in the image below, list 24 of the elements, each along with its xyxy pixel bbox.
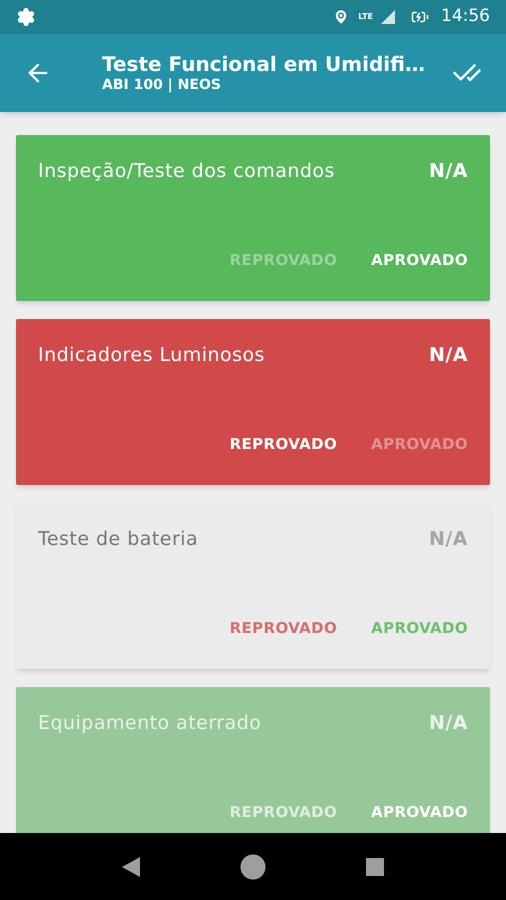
network-label: LTE bbox=[358, 11, 373, 23]
approve-button[interactable]: APROVADO bbox=[371, 616, 468, 639]
back-icon[interactable] bbox=[122, 856, 140, 876]
not-applicable-button[interactable]: N/A bbox=[429, 525, 468, 554]
not-applicable-button[interactable]: N/A bbox=[429, 341, 468, 370]
approve-button[interactable]: APROVADO bbox=[371, 248, 468, 271]
approve-button[interactable]: APROVADO bbox=[371, 800, 468, 823]
reject-button[interactable]: REPROVADO bbox=[230, 248, 338, 271]
item-title: Indicadores Luminosos bbox=[38, 343, 265, 368]
reject-button[interactable]: REPROVADO bbox=[230, 800, 338, 823]
home-icon[interactable] bbox=[240, 854, 266, 880]
item-title: Inspeção/Teste dos comandos bbox=[38, 159, 335, 184]
not-applicable-button[interactable]: N/A bbox=[429, 157, 468, 186]
screen-title: Teste Funcional em Umidifi… bbox=[102, 52, 425, 77]
recents-icon[interactable] bbox=[366, 858, 384, 876]
reject-button[interactable]: REPROVADO bbox=[230, 432, 338, 455]
item-title: Equipamento aterrado bbox=[38, 711, 262, 736]
not-applicable-button[interactable]: N/A bbox=[429, 709, 468, 738]
screen-subtitle: ABI 100 | NEOS bbox=[102, 76, 222, 94]
reject-button[interactable]: REPROVADO bbox=[230, 616, 338, 639]
item-title: Teste de bateria bbox=[38, 527, 198, 552]
approve-button[interactable]: APROVADO bbox=[371, 432, 468, 455]
clock: 14:56 bbox=[441, 5, 490, 28]
signal-icon bbox=[381, 10, 395, 24]
